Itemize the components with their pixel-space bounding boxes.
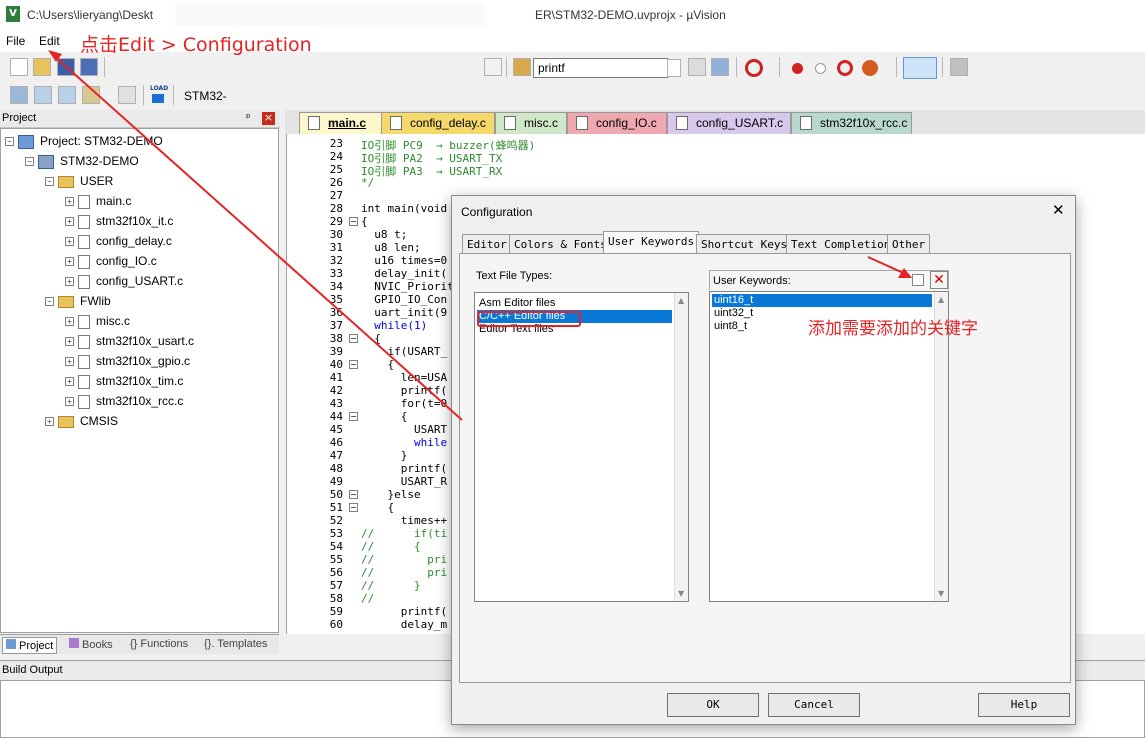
annotation-arrowhead (898, 268, 912, 278)
annotation-arrow-line (51, 53, 463, 421)
annotation-step1: 点击Edit > Configuration (80, 34, 312, 56)
annotation-step2: 添加需要添加的关键字 (808, 319, 978, 339)
annotation-arrows (48, 50, 912, 421)
